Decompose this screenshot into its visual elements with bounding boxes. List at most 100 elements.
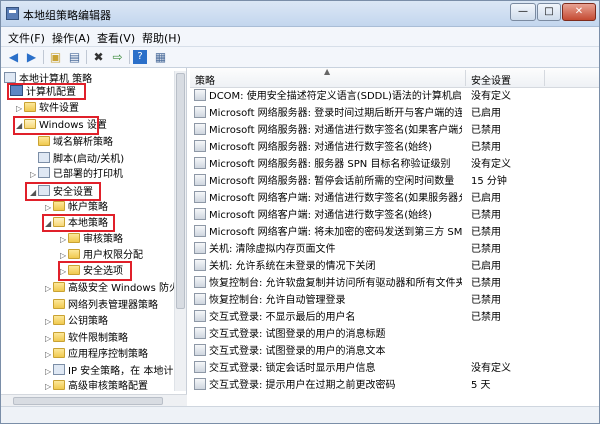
tree-item-label: 脚本(启动/关机) [53,154,125,165]
tree-item-name-resolution[interactable]: 域名解析策略 [30,136,113,150]
policy-setting-icon [194,225,206,237]
tree-item-audit-policy[interactable]: ▷ 审核策略 [60,233,123,247]
forward-icon[interactable]: ▶ [23,49,40,65]
menu-view[interactable]: 查看(V) [97,30,135,46]
security-setting-value: 15 分钟 [471,176,507,187]
policy-setting-icon [194,106,206,118]
policy-row[interactable]: 恢复控制台: 允许自动管理登录 已禁用 [190,293,599,309]
tree-item-scripts[interactable]: 脚本(启动/关机) [30,152,124,166]
policy-row[interactable]: DCOM: 使用安全描述符定义语言(SDDL)语法的计算机启动... 没有定义 [190,89,599,105]
column-divider[interactable] [544,70,545,86]
column-policy[interactable]: 策略 [195,72,215,87]
tree-item-label: 已部署的打印机 [53,169,123,180]
tree-horizontal-scrollbar[interactable] [1,394,187,406]
policy-row[interactable]: Microsoft 网络客户端: 对通信进行数字签名(如果服务器允... 已启用 [190,191,599,207]
tree-item-public-key[interactable]: ▷ 公钥策略 [45,315,108,329]
security-setting-value: 已启用 [471,108,501,119]
policy-label: 交互式登录: 试图登录的用户的消息标题 [209,329,386,340]
tree-item-label: 应用程序控制策略 [68,349,148,360]
export-icon[interactable]: ⇨ [109,49,126,65]
tree-item-advanced-audit[interactable]: ▷ 高级审核策略配置 [45,380,148,394]
security-setting-value: 已启用 [471,261,501,272]
expand-arrow-icon[interactable]: ▷ [45,380,53,394]
toolbar-separator [43,50,44,64]
expand-arrow-icon[interactable]: ▷ [16,102,24,116]
tree-item-account-policies[interactable]: ▷ 帐户策略 [45,201,108,215]
policy-row[interactable]: Microsoft 网络服务器: 登录时间过期后断开与客户端的连接 已启用 [190,106,599,122]
folder-icon [68,233,80,243]
policy-name: 交互式登录: 提示用户在过期之前更改密码 [194,378,462,394]
expand-arrow-icon[interactable]: ▷ [45,315,53,329]
delete-icon[interactable]: ✖ [90,49,107,65]
close-button[interactable]: ✕ [562,3,596,21]
policy-row[interactable]: Microsoft 网络服务器: 服务器 SPN 目标名称验证级别 没有定义 [190,157,599,173]
policy-row[interactable]: Microsoft 网络服务器: 对通信进行数字签名(如果客户端允... 已禁用 [190,123,599,139]
policy-name: 交互式登录: 试图登录的用户的消息标题 [194,327,462,343]
policy-setting-icon [194,191,206,203]
maximize-button[interactable]: □ [537,3,561,21]
back-icon[interactable]: ◀ [5,49,22,65]
up-folder-icon[interactable]: ▣ [47,49,64,65]
column-divider[interactable] [465,70,466,86]
scrollbar-thumb[interactable] [176,73,185,309]
policy-label: Microsoft 网络服务器: 服务器 SPN 目标名称验证级别 [209,159,451,170]
column-security-setting[interactable]: 安全设置 [471,72,511,87]
policy-setting-icon [194,89,206,101]
tree-item-label: 高级审核策略配置 [68,381,148,392]
expand-arrow-icon[interactable]: ▷ [45,201,53,215]
tree-item-ip-security[interactable]: ▷ IP 安全策略，在 本地计 [45,364,173,378]
expand-arrow-icon[interactable]: ▷ [60,233,68,247]
policy-row[interactable]: 交互式登录: 锁定会话时显示用户信息 没有定义 [190,361,599,377]
expand-arrow-icon[interactable]: ▷ [30,168,38,182]
policy-label: Microsoft 网络服务器: 对通信进行数字签名(始终) [209,142,433,153]
security-setting-value: 已禁用 [471,142,501,153]
menu-action[interactable]: 操作(A) [52,30,90,46]
expand-arrow-icon[interactable]: ▷ [45,282,53,296]
tree-item-printers[interactable]: ▷ 已部署的打印机 [30,167,123,181]
policy-name: Microsoft 网络服务器: 服务器 SPN 目标名称验证级别 [194,157,462,173]
policy-row[interactable]: 交互式登录: 不显示最后的用户名 已禁用 [190,310,599,326]
script-icon [38,152,50,163]
tree-vertical-scrollbar[interactable] [174,71,186,391]
expand-arrow-icon[interactable]: ▷ [45,365,53,379]
policy-name: Microsoft 网络客户端: 将未加密的密码发送到第三方 SMB... [194,225,462,241]
tree-item-label: 软件设置 [39,103,79,114]
policy-row[interactable]: Microsoft 网络服务器: 对通信进行数字签名(始终) 已禁用 [190,140,599,156]
policy-row[interactable]: 交互式登录: 试图登录的用户的消息文本 [190,344,599,360]
title-bar[interactable]: 本地组策略编辑器 — □ ✕ [1,1,599,27]
menu-file[interactable]: 文件(F) [8,30,45,46]
policy-row[interactable]: Microsoft 网络服务器: 暂停会话前所需的空闲时间数量 15 分钟 [190,174,599,190]
policy-label: Microsoft 网络客户端: 对通信进行数字签名(如果服务器允... [209,193,462,204]
show-tree-icon[interactable]: ▤ [66,49,83,65]
tree-item-software-settings[interactable]: ▷ 软件设置 [16,102,79,116]
properties-icon[interactable]: ▦ [152,49,169,65]
tree-item-firewall[interactable]: ▷ 高级安全 Windows 防火 [45,282,179,296]
policy-name: Microsoft 网络服务器: 登录时间过期后断开与客户端的连接 [194,106,462,122]
help-icon[interactable]: ? [133,50,147,64]
expand-arrow-icon[interactable]: ▷ [45,348,53,362]
security-setting-value: 已禁用 [471,278,501,289]
tree-item-software-restriction[interactable]: ▷ 软件限制策略 [45,332,128,346]
policy-row[interactable]: 交互式登录: 试图登录的用户的消息标题 [190,327,599,343]
tree-item-app-control[interactable]: ▷ 应用程序控制策略 [45,348,148,362]
policy-row[interactable]: 交互式登录: 提示用户在过期之前更改密码 5 天 [190,378,599,394]
policy-row[interactable]: Microsoft 网络客户端: 将未加密的密码发送到第三方 SMB... 已禁用 [190,225,599,241]
folder-icon [53,201,65,211]
policy-label: Microsoft 网络服务器: 登录时间过期后断开与客户端的连接 [209,108,462,119]
list-header: ▲ 策略 安全设置 [190,68,599,88]
policy-row[interactable]: Microsoft 网络客户端: 对通信进行数字签名(始终) 已禁用 [190,208,599,224]
tree-item-label: IP 安全策略，在 本地计 [68,366,174,377]
policy-row[interactable]: 关机: 清除虚拟内存页面文件 已禁用 [190,242,599,258]
menu-help[interactable]: 帮助(H) [142,30,181,46]
minimize-button[interactable]: — [510,3,536,21]
policy-name: Microsoft 网络服务器: 暂停会话前所需的空闲时间数量 [194,174,462,190]
policy-row[interactable]: 关机: 允许系统在未登录的情况下关闭 已启用 [190,259,599,275]
scrollbar-thumb[interactable] [13,397,163,405]
expand-arrow-icon[interactable]: ▷ [45,332,53,346]
tree-item-network-list[interactable]: 网络列表管理器策略 [45,299,158,313]
policy-row[interactable]: 恢复控制台: 允许软盘复制并访问所有驱动器和所有文件夹 已禁用 [190,276,599,292]
console-tree: 本地计算机 策略 计算机配置 ▷ 软件设置 ◢ Windows 设置 域名解析策略 … [1,68,187,394]
policy-name: 交互式登录: 不显示最后的用户名 [194,310,462,326]
highlight-box [42,214,115,232]
policy-label: 交互式登录: 试图登录的用户的消息文本 [209,346,386,357]
